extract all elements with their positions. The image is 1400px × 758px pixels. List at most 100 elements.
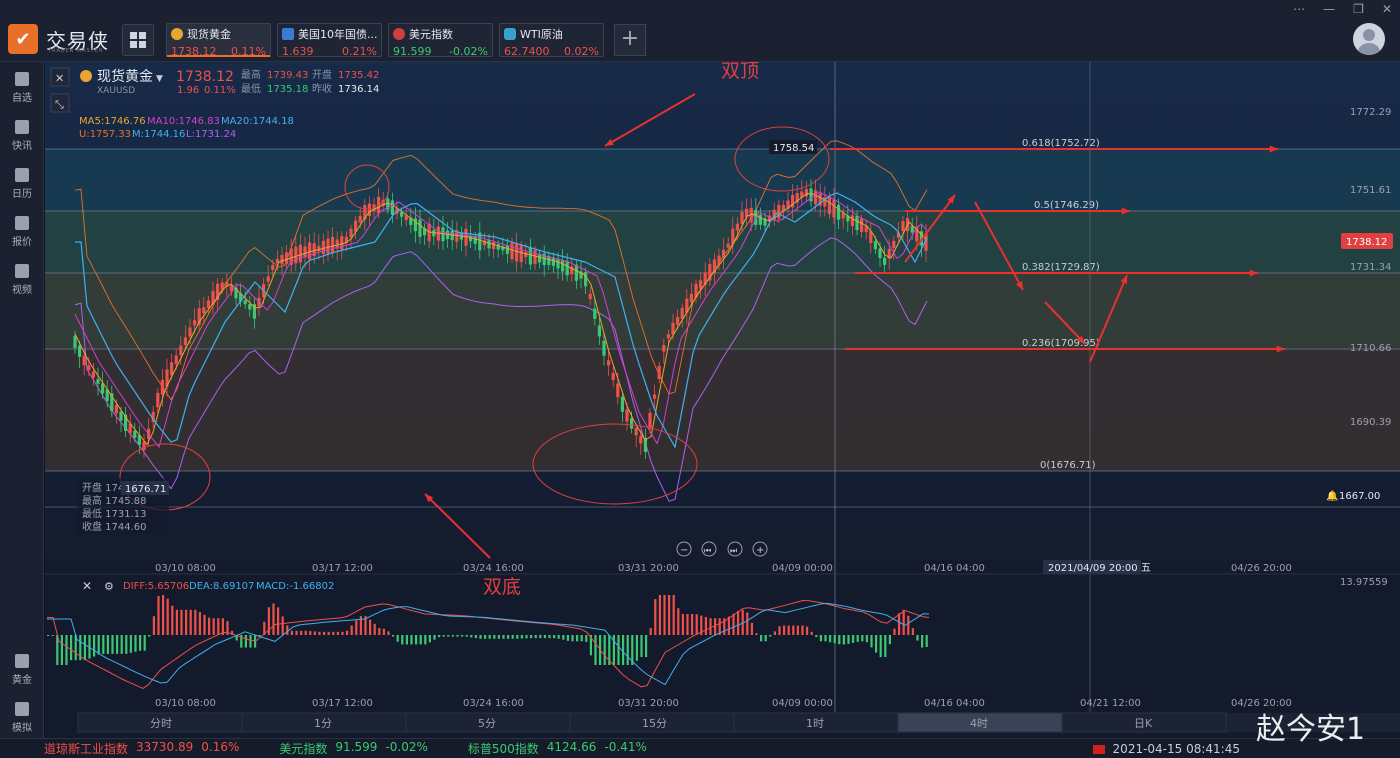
macd-diff: DIFF:5.65706	[123, 581, 189, 592]
macd-bar	[833, 635, 836, 644]
candle	[648, 412, 652, 429]
macd-bar	[543, 635, 546, 639]
avatar[interactable]	[1353, 23, 1385, 55]
macd-bar	[750, 622, 753, 635]
macd-bar	[819, 635, 822, 642]
macd-bar	[815, 635, 818, 638]
settings-icon[interactable]: ⚙	[104, 580, 114, 593]
prev-close-value: 1736.14	[338, 84, 379, 95]
candle	[73, 336, 77, 348]
candle	[188, 327, 192, 337]
sidebar-item-quotes[interactable]: 报价	[0, 216, 44, 248]
sidebar-item-video[interactable]: 视频	[0, 264, 44, 296]
macd-bar	[428, 635, 431, 643]
first-icon: ⏮	[704, 546, 711, 555]
top-bar: ✔ 交易侠 TRADER MASTER 现货黄金 1738.12 0.11% 美国…	[0, 0, 1400, 62]
restore-icon[interactable]: ❐	[1353, 2, 1364, 16]
sidebar-item-calendar[interactable]: 日历	[0, 168, 44, 200]
ma10-label: MA10:1746.83	[147, 116, 220, 127]
macd-bar	[760, 635, 763, 642]
prev-close-label: 昨收	[312, 82, 332, 95]
macd-bar	[313, 631, 316, 635]
quote-tab-dxy[interactable]: 美元指数 91.599 -0.02%	[388, 23, 493, 58]
macd-bar	[576, 635, 579, 642]
macd-bar	[677, 608, 680, 635]
add-tab-button[interactable]: +	[614, 24, 646, 56]
candle	[680, 307, 684, 319]
sidebar-item-simulate[interactable]: 模拟	[0, 702, 44, 734]
window-controls: ⋯ — ❐ ✕	[1293, 2, 1392, 16]
sidebar-item-watchlist[interactable]: 自选	[0, 72, 44, 104]
sidebar-item-gold[interactable]: 黄金	[0, 654, 44, 686]
instrument-change-pct: 0.11%	[204, 85, 236, 96]
instrument-name[interactable]: 现货黄金	[97, 68, 153, 85]
quote-tab-us10y[interactable]: 美国10年国债... 1.639 0.21%	[277, 23, 382, 58]
candle	[87, 365, 91, 371]
candle	[285, 252, 289, 264]
macd-bar	[686, 614, 689, 635]
macd-bar	[93, 635, 96, 657]
layout-grid-button[interactable]	[122, 24, 154, 56]
app-subtitle: TRADER MASTER	[48, 48, 104, 54]
macd-bar	[847, 635, 850, 644]
candle	[620, 396, 624, 412]
macd-bar	[824, 635, 827, 642]
price-chart[interactable]: 0.618(1752.72) 0.5(1746.29) 0.382(1729.87)…	[45, 60, 1400, 738]
candle	[878, 248, 882, 259]
macd-bar	[166, 598, 169, 635]
macd-bar	[856, 635, 859, 642]
collapse-icon: ⤡	[55, 98, 64, 111]
macd-bar	[672, 595, 675, 635]
candle	[505, 245, 509, 254]
macd-bar	[474, 635, 477, 639]
macd-bar	[461, 635, 464, 637]
gold-icon	[15, 654, 29, 668]
sidebar-item-label: 自选	[12, 93, 32, 104]
sidebar-item-news[interactable]: 快讯	[0, 120, 44, 152]
candle	[528, 247, 532, 265]
macd-bar	[171, 605, 174, 635]
tab-change: -0.02%	[449, 45, 488, 58]
macd-bar	[286, 625, 289, 635]
close-icon[interactable]: ✕	[1382, 2, 1392, 16]
macd-bar	[714, 618, 717, 635]
chart-area[interactable]: 0.618(1752.72) 0.5(1746.29) 0.382(1729.87)…	[45, 60, 1400, 738]
macd-value: MACD:-1.66802	[256, 581, 334, 592]
options-icon[interactable]: ⋯	[1293, 2, 1305, 16]
candle	[174, 355, 178, 364]
ticker-dow[interactable]: 道琼斯工业指数 33730.89 0.16%	[44, 740, 239, 757]
macd-bar	[566, 635, 569, 641]
bell-icon[interactable]: 🔔	[1326, 490, 1338, 502]
fib-band-236-0	[45, 349, 1400, 471]
price-axis-label: 1710.66	[1350, 343, 1391, 354]
candle	[519, 245, 523, 262]
macd-bar	[419, 635, 422, 645]
macd-x-axis-label: 04/21 12:00	[1080, 698, 1141, 709]
candle	[170, 362, 174, 376]
candle	[473, 236, 477, 244]
macd-bar	[553, 635, 556, 639]
candle	[593, 308, 597, 319]
macd-bar	[355, 620, 358, 635]
quote-tab-gold[interactable]: 现货黄金 1738.12 0.11%	[166, 23, 271, 58]
quote-tab-wti[interactable]: WTI原油 62.7400 0.02%	[499, 23, 604, 58]
macd-bar	[83, 635, 86, 661]
macd-axis-label: 13.97559	[1340, 577, 1388, 588]
macd-bar	[378, 627, 381, 635]
dropdown-icon[interactable]: ▼	[156, 74, 163, 84]
minimize-icon[interactable]: —	[1323, 2, 1335, 16]
close-macd-icon[interactable]: ✕	[82, 579, 92, 593]
macd-bar	[898, 613, 901, 635]
candle	[82, 355, 86, 366]
ticker-sp500[interactable]: 标普500指数 4124.66 -0.41%	[468, 740, 647, 757]
candle	[855, 215, 859, 231]
period-tab-label: 15分	[642, 717, 667, 730]
ticker-name: 美元指数	[279, 742, 328, 756]
ticker-value: 91.599	[335, 740, 378, 754]
macd-bar	[148, 635, 151, 637]
tab-name: WTI原油	[520, 28, 563, 41]
macd-bar	[902, 609, 905, 635]
ticker-usd[interactable]: 美元指数 91.599 -0.02%	[279, 740, 427, 757]
macd-bar	[116, 635, 119, 654]
app-logo[interactable]: ✔ 交易侠 TRADER MASTER	[8, 24, 109, 54]
